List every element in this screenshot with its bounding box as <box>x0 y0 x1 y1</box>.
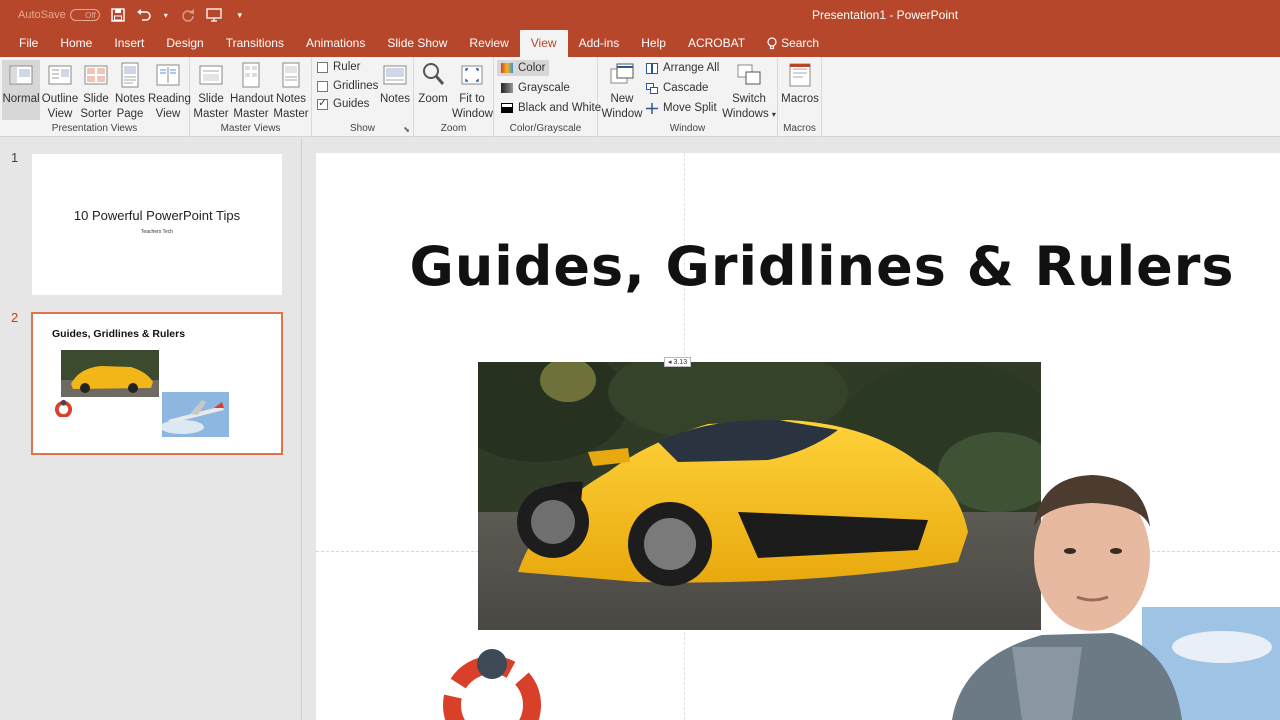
black-and-white-button[interactable]: Black and White <box>501 102 601 114</box>
slide-sorter-icon <box>84 65 108 85</box>
normal-view-button[interactable]: Normal <box>2 60 40 120</box>
group-label-show: Show <box>349 123 375 134</box>
tab-help[interactable]: Help <box>630 30 677 57</box>
ruler-checkbox[interactable]: Ruler <box>317 61 360 73</box>
group-label-master-views: Master Views <box>220 123 281 134</box>
group-color-grayscale: Color Grayscale Black and White Color/Gr… <box>494 57 601 137</box>
search-box[interactable]: Search <box>756 30 830 57</box>
color-swatch-icon <box>501 63 513 73</box>
slide-logo-icon[interactable] <box>442 647 542 720</box>
tab-view[interactable]: View <box>519 30 568 57</box>
thumbnail-1-subtitle: Teachers Tech <box>140 229 174 235</box>
tab-design[interactable]: Design <box>155 30 214 57</box>
slide-thumbnail-1[interactable]: 10 Powerful PowerPoint Tips Teachers Tec… <box>32 154 282 295</box>
slide-master-icon <box>199 65 223 85</box>
tab-insert[interactable]: Insert <box>103 30 155 57</box>
tab-slide-show[interactable]: Slide Show <box>376 30 458 57</box>
fit-to-window-icon <box>461 65 483 85</box>
move-split-button[interactable]: Move Split <box>646 102 717 114</box>
tab-home[interactable]: Home <box>49 30 103 57</box>
ribbon-tabs: File Home Insert Design Transitions Anim… <box>0 30 1280 57</box>
show-dialog-launcher-icon[interactable]: ⬊ <box>403 125 410 134</box>
arrange-all-button[interactable]: Arrange All <box>646 62 719 74</box>
thumbnail-2-title: Guides, Gridlines & Rulers <box>52 328 186 340</box>
group-label-macros: Macros <box>783 123 816 134</box>
tab-review[interactable]: Review <box>458 30 519 57</box>
arrange-all-icon <box>646 62 658 74</box>
notes-master-button[interactable]: Notes Master <box>272 60 310 122</box>
macros-icon <box>789 63 811 87</box>
title-bar: AutoSave Off ▾ ▾ Presentation1 - PowerPo… <box>0 0 1280 30</box>
tab-add-ins[interactable]: Add-ins <box>568 30 631 57</box>
color-button[interactable]: Color <box>497 60 550 76</box>
grayscale-swatch-icon <box>501 83 513 93</box>
group-macros: Macros Macros <box>778 57 822 137</box>
slide-thumbnail-2[interactable]: Guides, Gridlines & Rulers <box>31 312 283 455</box>
group-presentation-views: Normal Outline View Slide Sorter Notes P… <box>0 57 191 137</box>
move-split-icon <box>646 102 658 114</box>
group-window: New Window Arrange All Cascade Move Spli… <box>598 57 778 137</box>
reading-view-icon <box>156 64 180 86</box>
group-label-window: Window <box>669 123 706 134</box>
thumbnail-car-image <box>61 350 159 397</box>
tab-file[interactable]: File <box>8 30 49 57</box>
presenter-webcam-video <box>952 475 1280 720</box>
fit-to-window-button[interactable]: Fit to Window <box>452 60 493 122</box>
ribbon-view: Normal Outline View Slide Sorter Notes P… <box>0 57 1280 137</box>
slide-editing-canvas: Guides, Gridlines & Rulers ◂ 3.13 <box>303 138 1280 720</box>
search-label: Search <box>781 36 820 50</box>
slide-sorter-button[interactable]: Slide Sorter <box>80 60 112 122</box>
group-master-views: Slide Master Handout Master Notes Master… <box>190 57 312 137</box>
handout-master-button[interactable]: Handout Master <box>230 60 273 122</box>
notes-button[interactable]: Notes <box>378 60 412 107</box>
slide-number-2: 2 <box>11 310 19 325</box>
slide-number-1: 1 <box>11 150 19 165</box>
slide-title[interactable]: Guides, Gridlines & Rulers <box>316 235 1280 298</box>
thumbnail-logo-icon <box>54 399 73 417</box>
switch-windows-icon <box>737 64 761 85</box>
thumbnail-plane-image <box>162 392 229 437</box>
normal-view-icon <box>9 65 33 85</box>
slide-thumbnails-pane: 1 10 Powerful PowerPoint Tips Teachers T… <box>0 138 302 720</box>
notes-icon <box>383 65 407 85</box>
cascade-icon <box>646 82 658 94</box>
group-show: Ruler Gridlines ✓ Guides Notes Show ⬊ <box>312 57 414 137</box>
current-slide[interactable]: Guides, Gridlines & Rulers ◂ 3.13 <box>316 153 1280 720</box>
outline-view-icon <box>48 65 72 85</box>
tab-animations[interactable]: Animations <box>295 30 376 57</box>
thumbnail-1-title: 10 Powerful PowerPoint Tips <box>73 208 241 223</box>
notes-master-icon <box>282 62 300 88</box>
guides-check-box[interactable]: ✓ <box>317 98 328 110</box>
group-label-presentation-views: Presentation Views <box>51 123 138 134</box>
black-white-swatch-icon <box>501 103 513 113</box>
zoom-magnifier-icon <box>423 63 445 85</box>
handout-master-icon <box>242 62 260 88</box>
zoom-button[interactable]: Zoom <box>416 60 450 107</box>
tab-acrobat[interactable]: ACROBAT <box>677 30 756 57</box>
slide-master-button[interactable]: Slide Master <box>192 60 230 122</box>
switch-windows-button[interactable]: Switch Windows ▾ <box>722 60 776 122</box>
notes-page-button[interactable]: Notes Page <box>113 60 147 122</box>
group-label-color-grayscale: Color/Grayscale <box>509 123 582 134</box>
notes-page-icon <box>121 62 139 88</box>
reading-view-button[interactable]: Reading View <box>148 60 191 122</box>
group-label-zoom: Zoom <box>440 123 467 134</box>
outline-view-button[interactable]: Outline View <box>41 60 79 122</box>
macros-button[interactable]: Macros <box>780 60 820 107</box>
ruler-check-box[interactable] <box>317 61 328 73</box>
guide-position-tooltip: ◂ 3.13 <box>664 357 692 367</box>
document-title: Presentation1 - PowerPoint <box>811 8 959 22</box>
new-window-icon <box>610 63 634 84</box>
lightbulb-icon <box>767 36 777 49</box>
group-zoom: Zoom Fit to Window Zoom <box>414 57 494 137</box>
new-window-button[interactable]: New Window <box>600 60 644 122</box>
switch-windows-dropdown-icon: ▾ <box>771 110 776 119</box>
tab-transitions[interactable]: Transitions <box>215 30 295 57</box>
grayscale-button[interactable]: Grayscale <box>501 82 570 94</box>
gridlines-checkbox[interactable]: Gridlines <box>317 80 378 92</box>
guides-checkbox[interactable]: ✓ Guides <box>317 98 369 110</box>
gridlines-check-box[interactable] <box>317 80 328 92</box>
cascade-button[interactable]: Cascade <box>646 82 708 94</box>
